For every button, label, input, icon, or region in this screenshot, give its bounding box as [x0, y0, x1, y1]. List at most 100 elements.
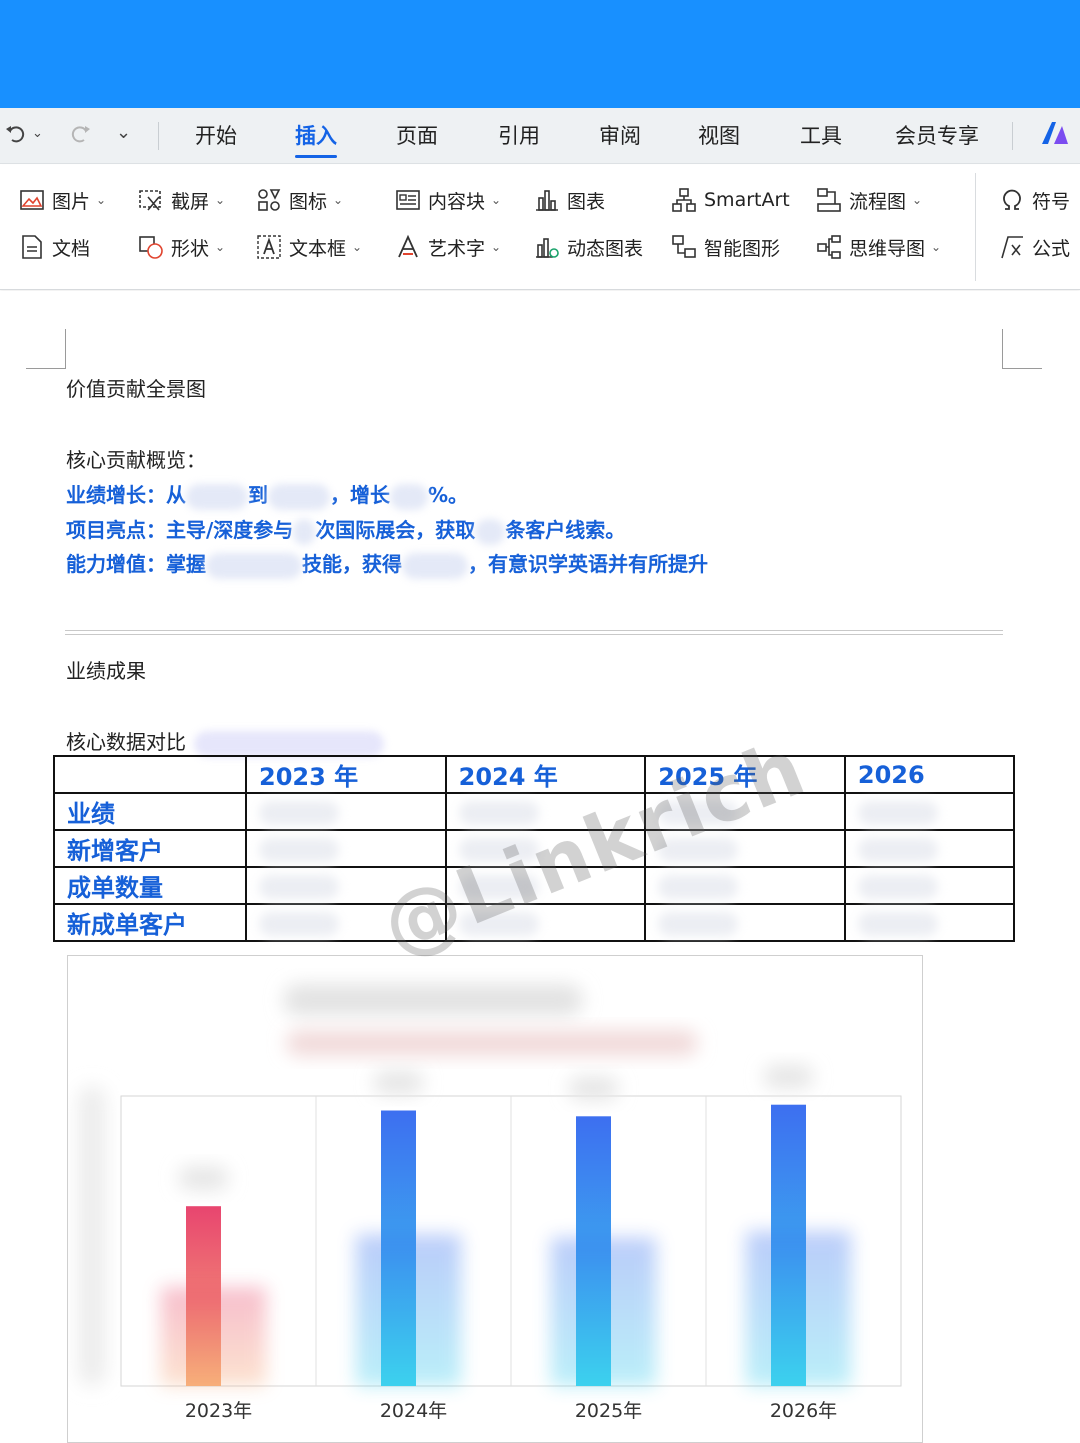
chart-bar-blur — [746, 1231, 851, 1386]
text-run: 核心数据对比 — [66, 730, 186, 754]
insert-dynamic-chart-button[interactable]: 动态图表 — [533, 232, 643, 262]
insert-chart-button[interactable]: 图表 — [533, 185, 605, 215]
insert-textbox-button[interactable]: 文本框 ⌄ — [255, 232, 362, 262]
insert-smartart-button[interactable]: SmartArt — [670, 185, 790, 215]
row-label[interactable]: 新成单客户 — [53, 903, 247, 942]
insert-screenshot-button[interactable]: 截屏 ⌄ — [137, 185, 225, 215]
table-header-cell[interactable]: 2024 年 — [444, 755, 647, 794]
chevron-down-icon: ⌄ — [215, 240, 226, 254]
bar-chart: 2023年 2024年 2025年 2026年 — [78, 984, 902, 1422]
ribbon-label: 符号 — [1032, 190, 1071, 213]
redacted-value — [259, 911, 339, 936]
tab-view[interactable]: 视图 — [698, 120, 740, 150]
chevron-down-icon: ⌄ — [491, 193, 502, 207]
insert-picture-button[interactable]: 图片 ⌄ — [18, 185, 106, 215]
overview-line-skills[interactable]: 能力增值：掌握 技能，获得 ，有意识学英语并有所提升 — [66, 548, 708, 579]
insert-shapes-button[interactable]: 形状 ⌄ — [137, 232, 225, 262]
chevron-down-icon[interactable]: ⌄ — [32, 126, 43, 141]
insert-mindmap-button[interactable]: 思维导图 ⌄ — [815, 232, 941, 262]
table-header-cell[interactable] — [53, 755, 247, 794]
insert-document-button[interactable]: 文档 — [18, 232, 90, 262]
redacted-value — [857, 800, 938, 825]
text-run: 项目亮点：主导/深度参与 — [66, 518, 294, 542]
insert-smart-graphic-button[interactable]: 智能图形 — [670, 232, 780, 262]
mindmap-icon — [817, 235, 841, 259]
section-title[interactable]: 业绩成果 — [66, 655, 146, 684]
table-cell[interactable] — [843, 829, 1016, 868]
document-title[interactable]: 价值贡献全景图 — [66, 373, 206, 402]
tab-home[interactable]: 开始 — [195, 120, 237, 150]
row-label[interactable]: 成单数量 — [53, 866, 247, 905]
data-label-redacted — [178, 1166, 229, 1191]
dynamic-chart-icon — [536, 238, 559, 258]
chevron-down-icon: ⌄ — [215, 193, 226, 207]
overview-line-performance[interactable]: 业绩增长：从 到 ，增长 %。 — [66, 479, 468, 510]
ribbon-label: 动态图表 — [567, 237, 644, 260]
insert-wordart-button[interactable]: 艺术字 ⌄ — [394, 232, 501, 262]
tab-review[interactable]: 审阅 — [599, 120, 641, 150]
chevron-down-icon: ⌄ — [352, 240, 363, 254]
overview-line-projects[interactable]: 项目亮点：主导/深度参与 次国际展会，获取 条客户线索。 — [66, 514, 625, 545]
chart-plot-area: 2023年 2024年 2025年 2026年 — [120, 1064, 902, 1422]
chart-icon — [536, 190, 558, 211]
ribbon-label: 艺术字 — [428, 237, 486, 260]
table-cell[interactable] — [644, 866, 846, 905]
smartart-icon — [672, 188, 696, 212]
redacted-value — [268, 483, 330, 510]
text-run: %。 — [428, 483, 469, 507]
ribbon-label: 形状 — [171, 237, 210, 260]
chevron-down-icon: ⌄ — [491, 240, 502, 254]
table-cell[interactable] — [245, 829, 447, 868]
compare-heading[interactable]: 核心数据对比 — [66, 726, 384, 757]
image-icon — [20, 190, 44, 210]
redacted-value — [259, 800, 339, 825]
ribbon-label: 内容块 — [428, 190, 486, 213]
table-cell[interactable] — [843, 792, 1016, 831]
tab-page[interactable]: 页面 — [396, 120, 438, 150]
redacted-value — [658, 874, 739, 899]
row-label[interactable]: 新增客户 — [53, 829, 247, 868]
chevron-down-icon: ⌄ — [333, 193, 344, 207]
row-label[interactable]: 业绩 — [53, 792, 247, 831]
text-run: ，增长 — [330, 483, 390, 507]
redacted-value — [857, 874, 938, 899]
table-header-row: 2023 年 2024 年 2025 年 2026 — [53, 755, 1016, 794]
overview-heading[interactable]: 核心贡献概览： — [66, 444, 206, 473]
embedded-chart[interactable]: 2023年 2024年 2025年 2026年 — [67, 955, 923, 1443]
table-header-cell[interactable]: 2023 年 — [245, 755, 447, 794]
table-cell[interactable] — [843, 903, 1016, 942]
tab-tools[interactable]: 工具 — [800, 120, 842, 150]
redo-icon[interactable] — [70, 122, 92, 150]
redacted-value — [658, 911, 739, 936]
tab-insert[interactable]: 插入 — [295, 120, 337, 158]
x-tick-label: 2025年 — [575, 1400, 642, 1422]
ai-assistant-icon[interactable] — [1040, 120, 1070, 152]
table-cell[interactable] — [843, 866, 1016, 905]
ribbon-label: 思维导图 — [849, 237, 926, 260]
insert-symbol-button[interactable]: 符号 — [998, 185, 1070, 215]
text-run: 次国际展会，获取 — [315, 518, 476, 542]
shapes-icon — [139, 236, 163, 259]
tab-references[interactable]: 引用 — [498, 120, 540, 150]
undo-icon[interactable] — [4, 122, 26, 150]
omega-icon — [1003, 189, 1021, 210]
insert-content-block-button[interactable]: 内容块 ⌄ — [394, 185, 501, 215]
insert-flowchart-button[interactable]: 流程图 ⌄ — [815, 185, 922, 215]
insert-formula-button[interactable]: 公式 — [998, 232, 1070, 262]
table-header-cell[interactable]: 2026 — [843, 755, 1016, 794]
ribbon-label: 智能图形 — [704, 237, 781, 260]
table-cell[interactable] — [245, 792, 447, 831]
horizontal-rule — [65, 630, 1003, 635]
insert-icons-button[interactable]: 图标 ⌄ — [255, 185, 343, 215]
quick-access-more-icon[interactable]: ⌄ — [116, 122, 131, 143]
table-cell[interactable] — [644, 903, 846, 942]
x-tick-label: 2023年 — [185, 1400, 252, 1422]
redacted-value — [402, 552, 468, 579]
y-axis-labels-redacted — [78, 1086, 106, 1386]
menu-divider — [158, 122, 159, 150]
text-run: 到 — [248, 483, 268, 507]
formula-icon — [1001, 236, 1023, 259]
margin-mark-top-right — [1002, 329, 1042, 369]
tab-member[interactable]: 会员专享 — [895, 120, 979, 150]
text-run: 条客户线索。 — [505, 518, 626, 542]
